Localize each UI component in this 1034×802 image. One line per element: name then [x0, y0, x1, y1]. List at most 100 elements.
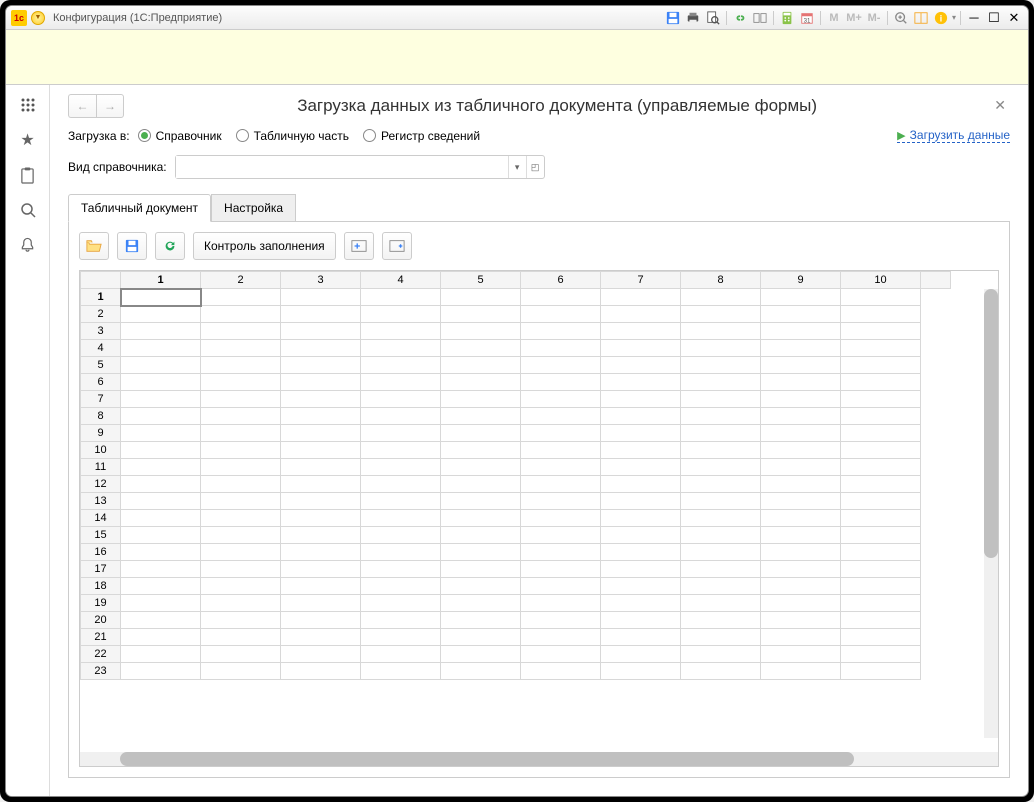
- col-header[interactable]: 4: [361, 272, 441, 289]
- grid-cell[interactable]: [601, 510, 681, 527]
- grid-cell[interactable]: [681, 527, 761, 544]
- grid-cell[interactable]: [681, 561, 761, 578]
- grid-cell[interactable]: [361, 391, 441, 408]
- grid-cell[interactable]: [361, 442, 441, 459]
- grid-cell[interactable]: [521, 527, 601, 544]
- grid-cell[interactable]: [521, 408, 601, 425]
- grid-cell[interactable]: [841, 561, 921, 578]
- grid-cell[interactable]: [841, 323, 921, 340]
- col-header[interactable]: 7: [601, 272, 681, 289]
- row-header[interactable]: 18: [81, 578, 121, 595]
- grid-cell[interactable]: [681, 493, 761, 510]
- grid-cell[interactable]: [601, 408, 681, 425]
- grid-cell[interactable]: [681, 289, 761, 306]
- grid-cell[interactable]: [361, 578, 441, 595]
- grid-cell[interactable]: [601, 476, 681, 493]
- load-data-link[interactable]: ▶Загрузить данные: [897, 128, 1010, 143]
- grid-cell[interactable]: [841, 527, 921, 544]
- tab-document[interactable]: Табличный документ: [68, 194, 211, 222]
- panels-icon[interactable]: [912, 9, 930, 27]
- grid-cell[interactable]: [841, 595, 921, 612]
- grid-cell[interactable]: [761, 663, 841, 680]
- grid-cell[interactable]: [841, 612, 921, 629]
- grid-cell[interactable]: [601, 374, 681, 391]
- grid-cell[interactable]: [601, 527, 681, 544]
- grid-cell[interactable]: [841, 391, 921, 408]
- spreadsheet-grid[interactable]: 1234567891012345678910111213141516171819…: [79, 270, 999, 767]
- grid-cell[interactable]: [761, 476, 841, 493]
- apps-icon[interactable]: [18, 95, 38, 115]
- grid-cell[interactable]: [761, 306, 841, 323]
- col-header[interactable]: 5: [441, 272, 521, 289]
- grid-cell[interactable]: [361, 306, 441, 323]
- grid-cell[interactable]: [361, 527, 441, 544]
- grid-cell[interactable]: [201, 425, 281, 442]
- grid-cell[interactable]: [361, 323, 441, 340]
- grid-cell[interactable]: [121, 561, 201, 578]
- grid-cell[interactable]: [121, 323, 201, 340]
- grid-cell[interactable]: [441, 646, 521, 663]
- grid-cell[interactable]: [681, 323, 761, 340]
- bell-icon[interactable]: [18, 235, 38, 255]
- grid-cell[interactable]: [201, 527, 281, 544]
- col-header[interactable]: 6: [521, 272, 601, 289]
- grid-cell[interactable]: [761, 595, 841, 612]
- grid-cell[interactable]: [201, 646, 281, 663]
- row-header[interactable]: 3: [81, 323, 121, 340]
- grid-cell[interactable]: [521, 493, 601, 510]
- grid-cell[interactable]: [361, 629, 441, 646]
- grid-cell[interactable]: [121, 442, 201, 459]
- row-header[interactable]: 13: [81, 493, 121, 510]
- grid-cell[interactable]: [601, 357, 681, 374]
- grid-cell[interactable]: [681, 578, 761, 595]
- ref-kind-input[interactable]: [176, 156, 508, 178]
- grid-cell[interactable]: [521, 612, 601, 629]
- grid-cell[interactable]: [201, 612, 281, 629]
- grid-cell[interactable]: [601, 595, 681, 612]
- grid-cell[interactable]: [601, 340, 681, 357]
- grid-cell[interactable]: [601, 646, 681, 663]
- grid-cell[interactable]: [681, 340, 761, 357]
- grid-cell[interactable]: [681, 510, 761, 527]
- grid-cell[interactable]: [521, 595, 601, 612]
- grid-cell[interactable]: [761, 425, 841, 442]
- grid-cell[interactable]: [601, 459, 681, 476]
- grid-cell[interactable]: [121, 476, 201, 493]
- vertical-scrollbar[interactable]: [984, 289, 998, 738]
- grid-cell[interactable]: [601, 323, 681, 340]
- grid-cell[interactable]: [201, 391, 281, 408]
- grid-cell[interactable]: [681, 357, 761, 374]
- grid-cell[interactable]: [281, 289, 361, 306]
- grid-cell[interactable]: [281, 493, 361, 510]
- row-header[interactable]: 6: [81, 374, 121, 391]
- grid-cell[interactable]: [841, 646, 921, 663]
- grid-cell[interactable]: [201, 493, 281, 510]
- grid-cell[interactable]: [281, 323, 361, 340]
- row-header[interactable]: 21: [81, 629, 121, 646]
- grid-cell[interactable]: [361, 374, 441, 391]
- grid-cell[interactable]: [361, 459, 441, 476]
- grid-cell[interactable]: [841, 663, 921, 680]
- grid-cell[interactable]: [441, 544, 521, 561]
- grid-cell[interactable]: [281, 510, 361, 527]
- grid-cell[interactable]: [521, 510, 601, 527]
- grid-cell[interactable]: [281, 425, 361, 442]
- maximize-button[interactable]: ☐: [985, 9, 1003, 27]
- row-header[interactable]: 9: [81, 425, 121, 442]
- close-window-button[interactable]: ✕: [1005, 9, 1023, 27]
- grid-cell[interactable]: [361, 408, 441, 425]
- grid-cell[interactable]: [681, 306, 761, 323]
- grid-cell[interactable]: [761, 493, 841, 510]
- grid-cell[interactable]: [121, 612, 201, 629]
- clipboard-icon[interactable]: [18, 165, 38, 185]
- grid-cell[interactable]: [761, 561, 841, 578]
- grid-cell[interactable]: [281, 612, 361, 629]
- row-header[interactable]: 2: [81, 306, 121, 323]
- grid-cell[interactable]: [121, 391, 201, 408]
- grid-cell[interactable]: [761, 289, 841, 306]
- grid-cell[interactable]: [201, 578, 281, 595]
- grid-cell[interactable]: [841, 578, 921, 595]
- row-header[interactable]: 1: [81, 289, 121, 306]
- grid-cell[interactable]: [281, 357, 361, 374]
- grid-cell[interactable]: [121, 306, 201, 323]
